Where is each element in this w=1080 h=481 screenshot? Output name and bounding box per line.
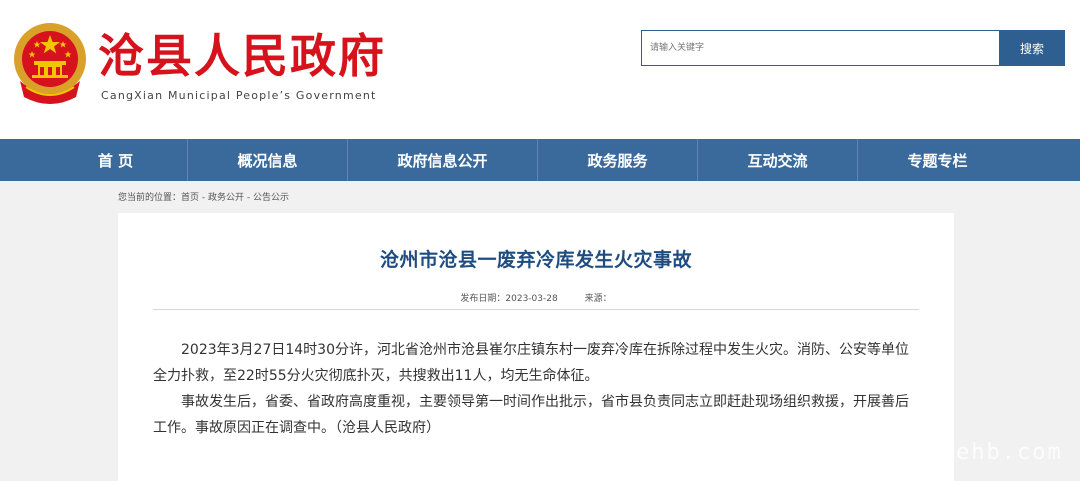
nav-item-topics[interactable]: 专题专栏 bbox=[858, 139, 1017, 181]
article-source: 来源： bbox=[584, 294, 612, 304]
nav-item-services[interactable]: 政务服务 bbox=[538, 139, 697, 181]
article-paragraph: 事故发生后，省委、省政府高度重视，主要领导第一时间作出批示，省市县负责同志立即赶… bbox=[153, 394, 909, 436]
breadcrumb-separator: - bbox=[244, 193, 254, 203]
breadcrumb-separator: - bbox=[199, 193, 209, 203]
article-title: 沧州市沧县一废弃冷库发生火灾事故 bbox=[379, 249, 692, 271]
national-emblem-icon bbox=[14, 23, 86, 104]
publish-date: 发布日期：2023-03-28 bbox=[460, 294, 558, 304]
search-input[interactable] bbox=[642, 31, 999, 65]
main-nav: 首 页 概况信息 政府信息公开 政务服务 互动交流 专题专栏 bbox=[0, 139, 1080, 181]
site-subtitle: CangXian Municipal People’s Government bbox=[101, 89, 377, 102]
article-paragraph: 2023年3月27日14时30分许，河北省沧州市沧县崔尔庄镇东村一废弃冷库在拆除… bbox=[153, 342, 909, 384]
divider bbox=[153, 309, 919, 310]
article-panel: 沧州市沧县一废弃冷库发生火灾事故 发布日期：2023-03-28 来源： 202… bbox=[118, 213, 954, 481]
search-button[interactable]: 搜索 bbox=[999, 30, 1065, 66]
nav-item-overview[interactable]: 概况信息 bbox=[188, 139, 347, 181]
site-header: 沧县人民政府 CangXian Municipal People’s Gover… bbox=[0, 0, 1080, 139]
nav-item-home[interactable]: 首 页 bbox=[44, 139, 187, 181]
breadcrumb: 您当前的位置：首页 - 政务公开 - 公告公示 bbox=[118, 190, 289, 203]
nav-item-interaction[interactable]: 互动交流 bbox=[698, 139, 857, 181]
nav-item-gov-info[interactable]: 政府信息公开 bbox=[348, 139, 537, 181]
watermark: ehb.com bbox=[956, 440, 1063, 465]
article-meta: 发布日期：2023-03-28 来源： bbox=[118, 291, 954, 304]
breadcrumb-link-gov-open[interactable]: 政务公开 bbox=[208, 193, 244, 203]
breadcrumb-prefix: 您当前的位置： bbox=[118, 193, 182, 203]
breadcrumb-link-home[interactable]: 首页 bbox=[181, 193, 199, 203]
site-title: 沧县人民政府 bbox=[98, 29, 386, 83]
article-body: 2023年3月27日14时30分许，河北省沧州市沧县崔尔庄镇东村一废弃冷库在拆除… bbox=[153, 337, 919, 441]
breadcrumb-link-notices[interactable]: 公告公示 bbox=[253, 193, 289, 203]
search-box bbox=[641, 30, 999, 66]
